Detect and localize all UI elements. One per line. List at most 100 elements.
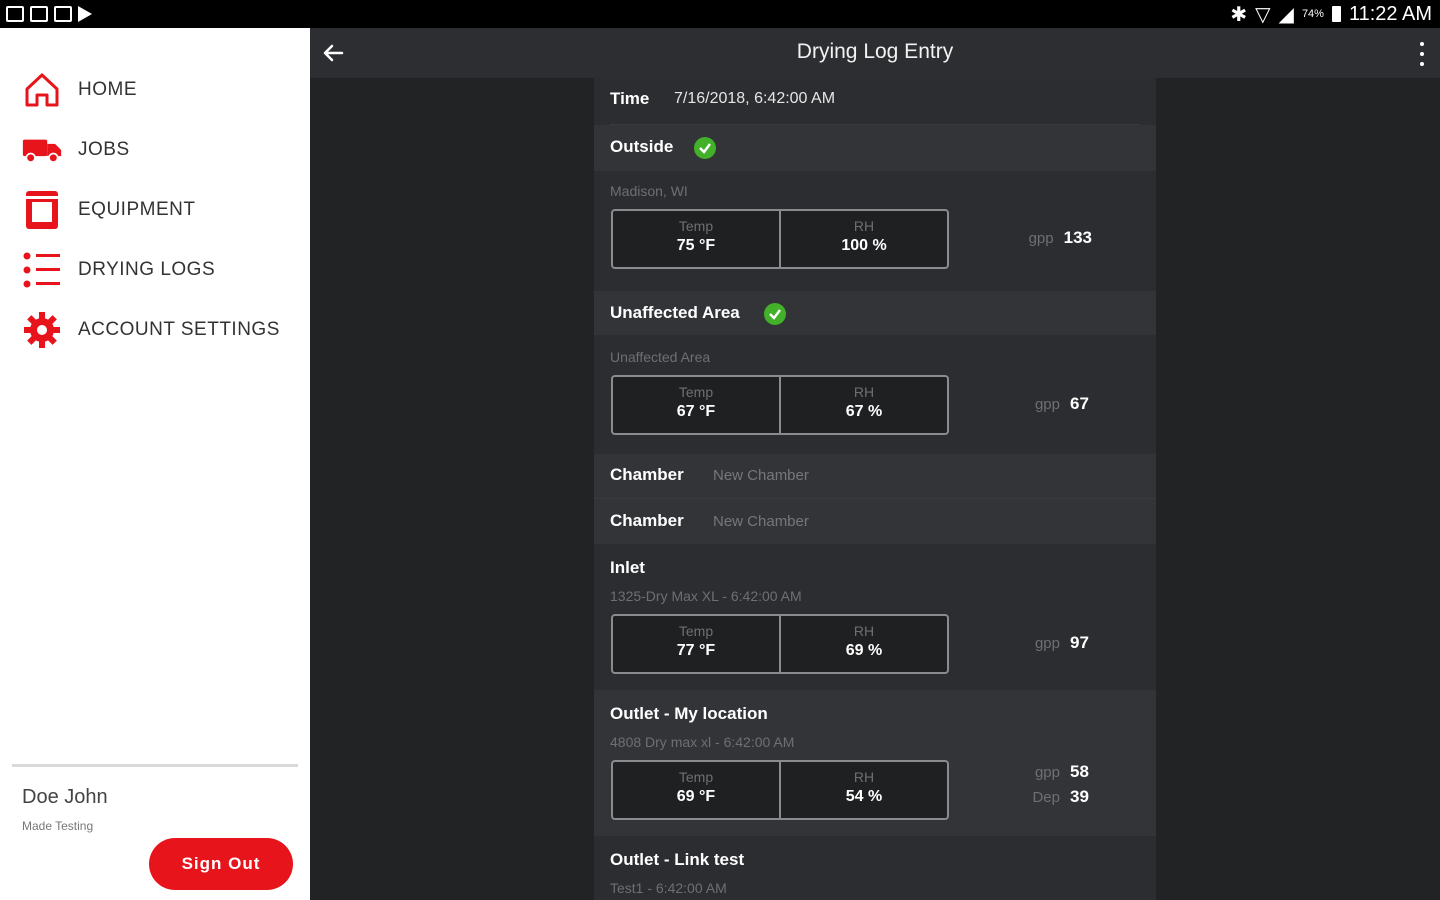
inlet-reading-box[interactable]: Temp 77 °F RH 69 %: [611, 614, 949, 674]
chamber-value: New Chamber: [713, 513, 809, 530]
check-icon: [764, 303, 786, 325]
bluetooth-icon: ✱: [1230, 3, 1248, 26]
outside-label: Outside: [610, 137, 674, 156]
sign-out-button[interactable]: Sign Out: [149, 838, 293, 890]
gpp-label: gpp: [1034, 764, 1060, 781]
more-options-icon[interactable]: [1416, 42, 1428, 66]
back-arrow-icon[interactable]: [318, 38, 348, 68]
chamber-label: Chamber: [610, 511, 684, 530]
rh-cell: RH 100 %: [779, 211, 947, 267]
rh-value: 69 %: [845, 642, 883, 659]
list-icon: [22, 252, 62, 288]
play-store-notification-icon: [78, 6, 92, 22]
chamber-label: Chamber: [610, 465, 684, 484]
truck-icon: [22, 132, 62, 168]
check-icon: [694, 137, 716, 159]
sidebar-item-label: EQUIPMENT: [78, 199, 196, 220]
image-notification-icon: [54, 6, 72, 22]
gpp-readout: gpp 67: [1035, 392, 1092, 417]
temp-value: 67 °F: [676, 403, 716, 420]
sidebar-item-jobs[interactable]: JOBS: [22, 132, 130, 168]
chamber-row[interactable]: Chamber New Chamber: [594, 454, 1156, 498]
gpp-label: gpp: [1034, 635, 1060, 652]
dep-value: 39: [1070, 787, 1089, 806]
gpp-label: gpp: [1028, 230, 1054, 247]
app-toolbar: Drying Log Entry: [310, 28, 1440, 78]
gpp-label: gpp: [1034, 396, 1060, 413]
chamber-row[interactable]: Chamber New Chamber: [594, 499, 1156, 544]
sidebar-item-label: ACCOUNT SETTINGS: [78, 319, 280, 340]
inlet-label: Inlet: [610, 558, 645, 577]
inlet-device: 1325-Dry Max XL - 6:42:00 AM: [610, 588, 802, 604]
outlet-reading-box[interactable]: Temp 69 °F RH 54 %: [611, 760, 949, 820]
dehumidifier-icon: [22, 191, 62, 229]
clock: 11:22 AM: [1348, 2, 1432, 25]
gpp-value: 133: [1063, 228, 1092, 247]
page-title: Drying Log Entry: [796, 40, 954, 63]
user-company: Made Testing: [22, 819, 94, 833]
temp-cell: Temp 75 °F: [613, 211, 779, 267]
temp-label: Temp: [678, 218, 714, 234]
gpp-value: 67: [1070, 394, 1089, 413]
sidebar-item-drying-logs[interactable]: DRYING LOGS: [22, 252, 215, 288]
dep-label: Dep: [1032, 789, 1060, 806]
unaffected-reading-box[interactable]: Temp 67 °F RH 67 %: [611, 375, 949, 435]
sidebar-item-label: JOBS: [78, 139, 130, 160]
gpp-readout: gpp 97: [1035, 631, 1092, 656]
rh-label: RH: [853, 384, 875, 400]
temp-value: 69 °F: [676, 788, 716, 805]
unaffected-label: Unaffected Area: [610, 303, 740, 322]
outside-reading: Madison, WI Temp 75 °F RH 100 % gpp 133: [594, 171, 1156, 291]
sidebar-item-home[interactable]: HOME: [22, 72, 137, 108]
rh-cell: RH 69 %: [779, 616, 947, 672]
outside-reading-box[interactable]: Temp 75 °F RH 100 %: [611, 209, 949, 269]
gpp-readout: gpp 133: [1029, 226, 1092, 251]
gpp-value: 58: [1070, 762, 1089, 781]
rh-cell: RH 54 %: [779, 762, 947, 818]
time-value: 7/16/2018, 6:42:00 AM: [674, 90, 836, 107]
temp-label: Temp: [678, 769, 714, 785]
outlet-label: Outlet - My location: [610, 704, 768, 723]
status-bar: ✱ ▽ ◢ 74% 11:22 AM: [0, 0, 1440, 28]
drying-log-panel: Time 7/16/2018, 6:42:00 AM Outside Madis…: [594, 78, 1156, 900]
sidebar-divider: [12, 764, 298, 767]
signal-icon: ◢: [1278, 3, 1294, 26]
outlet-section: Outlet - Link test Test1 - 6:42:00 AM: [594, 836, 1156, 900]
rh-value: 67 %: [845, 403, 883, 420]
sidebar-item-label: HOME: [78, 79, 137, 100]
temp-cell: Temp 67 °F: [613, 377, 779, 433]
rh-value: 100 %: [841, 237, 887, 254]
temp-cell: Temp 69 °F: [613, 762, 779, 818]
temp-label: Temp: [678, 384, 714, 400]
outside-location: Madison, WI: [610, 183, 688, 199]
photo-notification-icon: [30, 6, 48, 22]
gpp-value: 97: [1070, 633, 1089, 652]
time-row: Time 7/16/2018, 6:42:00 AM: [594, 78, 1156, 124]
rh-label: RH: [853, 218, 875, 234]
navigation-drawer: HOME JOBS EQUIPMENT DRYING LOGS ACCOUNT …: [0, 28, 310, 900]
temp-label: Temp: [678, 623, 714, 639]
sidebar-item-account-settings[interactable]: ACCOUNT SETTINGS: [22, 312, 280, 348]
temp-value: 75 °F: [676, 237, 716, 254]
gear-icon: [22, 312, 62, 348]
outlet-device: Test1 - 6:42:00 AM: [610, 880, 727, 896]
unaffected-reading: Unaffected Area Temp 67 °F RH 67 % gpp 67: [594, 335, 1156, 454]
gallery-notification-icon: [6, 6, 24, 22]
sidebar-item-label: DRYING LOGS: [78, 259, 216, 280]
inlet-section: Inlet 1325-Dry Max XL - 6:42:00 AM Temp 7…: [594, 544, 1156, 690]
gpp-readout: gpp 58 Dep 39: [1032, 760, 1092, 810]
rh-label: RH: [853, 623, 875, 639]
user-name: Doe John: [22, 786, 108, 808]
temp-value: 77 °F: [676, 642, 716, 659]
rh-label: RH: [853, 769, 875, 785]
unaffected-header: Unaffected Area: [594, 291, 1156, 335]
sidebar-item-equipment[interactable]: EQUIPMENT: [22, 191, 196, 229]
battery-percent: 74%: [1301, 8, 1324, 20]
unaffected-location: Unaffected Area: [610, 349, 711, 365]
rh-value: 54 %: [845, 788, 883, 805]
time-label: Time: [610, 89, 650, 108]
temp-cell: Temp 77 °F: [613, 616, 779, 672]
wifi-icon: ▽: [1255, 3, 1271, 26]
outlet-device: 4808 Dry max xl - 6:42:00 AM: [610, 734, 795, 750]
home-icon: [22, 72, 62, 108]
